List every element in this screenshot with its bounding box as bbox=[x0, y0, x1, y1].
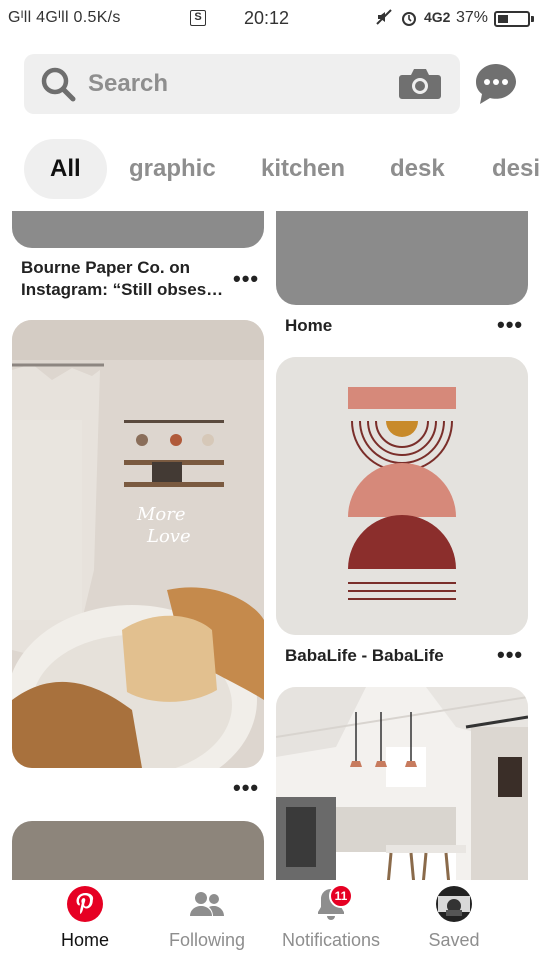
search-input[interactable]: Search bbox=[88, 70, 168, 98]
chip-kitchen[interactable]: kitchen bbox=[261, 139, 345, 199]
pinterest-logo-icon bbox=[67, 886, 103, 922]
nav-label-notifications: Notifications bbox=[281, 930, 381, 950]
network-type: 4G2 bbox=[424, 9, 451, 25]
nav-label-saved: Saved bbox=[428, 930, 480, 950]
topic-chips: All graphic kitchen desk design bbox=[0, 136, 540, 202]
pin-image-living-room[interactable]: More Love bbox=[12, 320, 264, 768]
bottom-navigation: Home Following 11 Notifications Saved bbox=[0, 880, 540, 960]
notification-badge: 11 bbox=[329, 884, 353, 908]
search-bar[interactable]: Search bbox=[24, 54, 460, 114]
boho-art-print bbox=[276, 357, 528, 635]
chat-icon[interactable] bbox=[474, 62, 518, 106]
battery-fill bbox=[498, 15, 508, 23]
chip-all[interactable]: All bbox=[24, 139, 107, 199]
nav-label-home: Home bbox=[60, 930, 109, 950]
pin-feed[interactable]: Bourne Paper Co. on Instagram: “Still ob… bbox=[0, 211, 540, 880]
pin-image-bourne[interactable] bbox=[12, 211, 264, 248]
chip-graphic[interactable]: graphic bbox=[129, 139, 216, 199]
avatar bbox=[436, 886, 472, 922]
people-icon bbox=[190, 892, 224, 916]
nav-label-following: Following bbox=[168, 930, 246, 950]
pin-title-babalife[interactable]: BabaLife - BabaLife bbox=[285, 645, 444, 667]
more-options-button[interactable]: ••• bbox=[497, 644, 523, 666]
alarm-icon bbox=[400, 9, 418, 32]
pin-image-home[interactable] bbox=[276, 211, 528, 305]
neon-sign-line2: Love bbox=[146, 526, 191, 547]
more-options-button[interactable]: ••• bbox=[497, 314, 523, 336]
chip-desk[interactable]: desk bbox=[390, 139, 445, 199]
status-bar: Gᴵll 4Gᴵll 0.5K/s S 20:12 4G2 37% bbox=[0, 0, 540, 38]
neon-sign-line1: More bbox=[136, 504, 186, 525]
search-icon bbox=[41, 67, 76, 102]
camera-icon[interactable] bbox=[398, 67, 442, 101]
more-options-button[interactable]: ••• bbox=[233, 777, 259, 799]
battery-icon bbox=[494, 11, 534, 27]
pin-image-kitchen[interactable] bbox=[276, 687, 528, 880]
pin-image-bottom-left[interactable] bbox=[12, 821, 264, 880]
living-room-photo: More Love bbox=[12, 320, 264, 768]
chip-design[interactable]: design bbox=[492, 139, 540, 199]
pin-image-babalife[interactable] bbox=[276, 357, 528, 635]
signal-text: Gᴵll 4Gᴵll bbox=[8, 9, 69, 26]
pin-title-bourne-line2: Instagram: “Still obses… bbox=[21, 280, 224, 299]
more-options-button[interactable]: ••• bbox=[233, 268, 259, 290]
pin-title-bourne-line1: Bourne Paper Co. on bbox=[21, 258, 191, 277]
nav-notifications[interactable]: 11 Notifications bbox=[271, 880, 391, 960]
nav-saved[interactable]: Saved bbox=[394, 880, 514, 960]
pin-title-home[interactable]: Home bbox=[285, 315, 332, 337]
mute-icon bbox=[376, 9, 392, 30]
network-speed: 0.5K/s bbox=[73, 9, 121, 26]
battery-percent: 37% bbox=[456, 9, 489, 26]
nav-following[interactable]: Following bbox=[147, 880, 267, 960]
s-status-icon: S bbox=[190, 10, 206, 26]
nav-home[interactable]: Home bbox=[25, 880, 145, 960]
pin-title-bourne[interactable]: Bourne Paper Co. on Instagram: “Still ob… bbox=[21, 257, 223, 301]
kitchen-photo bbox=[276, 687, 528, 880]
signal-indicator: Gᴵll 4Gᴵll 0.5K/s bbox=[8, 9, 121, 27]
clock: 20:12 bbox=[244, 8, 290, 28]
